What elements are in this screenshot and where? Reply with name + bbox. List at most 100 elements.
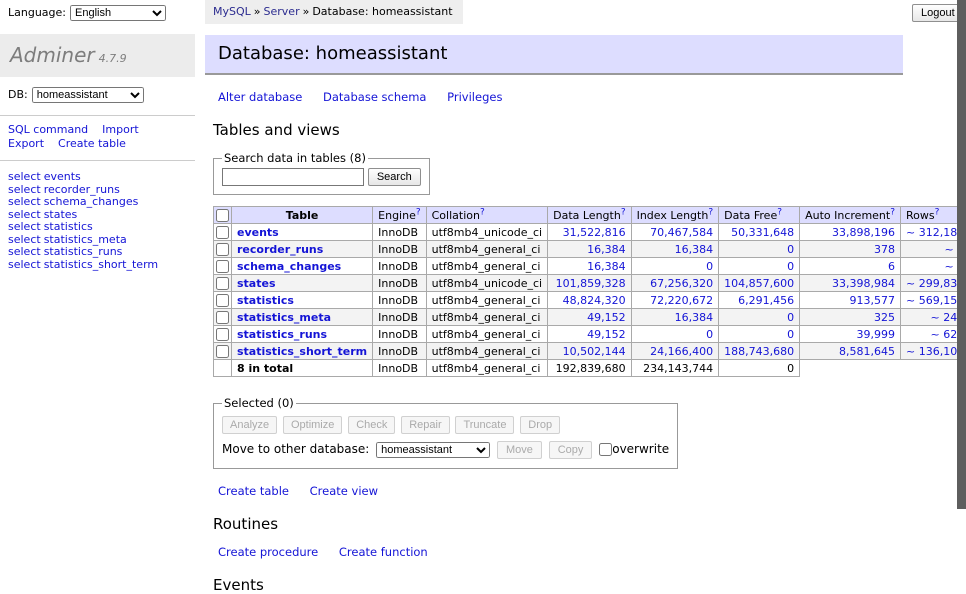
data-length-link[interactable]: 48,824,320 — [563, 294, 626, 307]
db-select[interactable]: homeassistant — [32, 87, 144, 103]
index-length-link[interactable]: 70,467,584 — [650, 226, 713, 239]
overwrite-checkbox[interactable] — [599, 443, 612, 456]
table-name-link[interactable]: statistics — [44, 220, 93, 233]
table-link[interactable]: statistics_short_term — [237, 345, 367, 358]
data-length-link[interactable]: 16,384 — [587, 243, 626, 256]
help-icon[interactable]: ? — [935, 207, 940, 217]
row-checkbox[interactable] — [216, 260, 229, 273]
rows-link[interactable]: ~ 312,180 — [906, 226, 964, 239]
export-link[interactable]: Export — [8, 137, 44, 150]
index-length-link[interactable]: 72,220,672 — [650, 294, 713, 307]
table-link[interactable]: statistics_runs — [237, 328, 327, 341]
table-link[interactable]: statistics — [237, 294, 294, 307]
select-link[interactable]: select — [8, 208, 41, 221]
help-icon[interactable]: ? — [708, 207, 713, 217]
help-icon[interactable]: ? — [480, 207, 485, 217]
breadcrumb-mysql-link[interactable]: MySQL — [213, 5, 251, 18]
create-table-link[interactable]: Create table — [218, 484, 289, 498]
table-link[interactable]: events — [237, 226, 279, 239]
select-link[interactable]: select — [8, 233, 41, 246]
index-length-link[interactable]: 24,166,400 — [650, 345, 713, 358]
index-length-link[interactable]: 0 — [706, 328, 713, 341]
truncate-button[interactable]: Truncate — [455, 416, 514, 434]
repair-button[interactable]: Repair — [401, 416, 449, 434]
table-name-link[interactable]: schema_changes — [44, 195, 139, 208]
data-free-link[interactable]: 104,857,600 — [724, 277, 794, 290]
data-free-link[interactable]: 0 — [787, 260, 794, 273]
row-checkbox[interactable] — [216, 277, 229, 290]
privileges-link[interactable]: Privileges — [447, 90, 502, 104]
data-free-link[interactable]: 0 — [787, 243, 794, 256]
drop-button[interactable]: Drop — [520, 416, 560, 434]
create-table-link[interactable]: Create table — [58, 137, 126, 150]
table-name-link[interactable]: statistics_meta — [44, 233, 127, 246]
copy-button[interactable]: Copy — [549, 441, 593, 459]
table-name-link[interactable]: statistics_short_term — [44, 258, 158, 271]
auto-increment-link[interactable]: 8,581,645 — [839, 345, 895, 358]
auto-increment-link[interactable]: 39,999 — [857, 328, 896, 341]
row-checkbox[interactable] — [216, 294, 229, 307]
database-schema-link[interactable]: Database schema — [323, 90, 426, 104]
select-link[interactable]: select — [8, 258, 41, 271]
help-icon[interactable]: ? — [621, 207, 626, 217]
data-length-link[interactable]: 16,384 — [587, 260, 626, 273]
search-input[interactable] — [222, 168, 364, 186]
row-checkbox[interactable] — [216, 345, 229, 358]
create-procedure-link[interactable]: Create procedure — [218, 545, 318, 559]
auto-increment-link[interactable]: 325 — [874, 311, 895, 324]
optimize-button[interactable]: Optimize — [283, 416, 342, 434]
data-length-link[interactable]: 10,502,144 — [563, 345, 626, 358]
data-length-link[interactable]: 49,152 — [587, 328, 626, 341]
breadcrumb-server-link[interactable]: Server — [264, 5, 300, 18]
help-icon[interactable]: ? — [416, 207, 421, 217]
table-name-link[interactable]: statistics_runs — [44, 245, 123, 258]
index-length-link[interactable]: 67,256,320 — [650, 277, 713, 290]
table-name-link[interactable]: events — [44, 170, 81, 183]
data-free-link[interactable]: 0 — [787, 311, 794, 324]
data-length-link[interactable]: 101,859,328 — [556, 277, 626, 290]
analyze-button[interactable]: Analyze — [222, 416, 277, 434]
auto-increment-link[interactable]: 33,898,196 — [832, 226, 895, 239]
table-link[interactable]: states — [237, 277, 276, 290]
data-length-link[interactable]: 31,522,816 — [563, 226, 626, 239]
select-link[interactable]: select — [8, 170, 41, 183]
select-link[interactable]: select — [8, 245, 41, 258]
search-button[interactable]: Search — [368, 168, 421, 186]
create-function-link[interactable]: Create function — [339, 545, 428, 559]
rows-link[interactable]: ~ 299,833 — [906, 277, 964, 290]
row-checkbox[interactable] — [216, 226, 229, 239]
rows-link[interactable]: ~ 569,159 — [906, 294, 964, 307]
row-checkbox[interactable] — [216, 311, 229, 324]
import-link[interactable]: Import — [102, 123, 139, 136]
move-db-select[interactable]: homeassistant — [376, 442, 490, 458]
table-name-link[interactable]: states — [44, 208, 78, 221]
select-link[interactable]: select — [8, 220, 41, 233]
table-link[interactable]: statistics_meta — [237, 311, 331, 324]
select-link[interactable]: select — [8, 195, 41, 208]
index-length-link[interactable]: 16,384 — [675, 243, 714, 256]
data-free-link[interactable]: 50,331,648 — [731, 226, 794, 239]
index-length-link[interactable]: 16,384 — [675, 311, 714, 324]
alter-database-link[interactable]: Alter database — [218, 90, 302, 104]
row-checkbox[interactable] — [216, 328, 229, 341]
select-link[interactable]: select — [8, 183, 41, 196]
table-name-link[interactable]: recorder_runs — [44, 183, 120, 196]
scrollbar-thumb[interactable] — [957, 0, 966, 509]
table-link[interactable]: recorder_runs — [237, 243, 323, 256]
data-free-link[interactable]: 188,743,680 — [724, 345, 794, 358]
table-link[interactable]: schema_changes — [237, 260, 341, 273]
help-icon[interactable]: ? — [777, 207, 782, 217]
auto-increment-link[interactable]: 913,577 — [850, 294, 896, 307]
auto-increment-link[interactable]: 33,398,984 — [832, 277, 895, 290]
auto-increment-link[interactable]: 378 — [874, 243, 895, 256]
move-button[interactable]: Move — [497, 441, 542, 459]
data-length-link[interactable]: 49,152 — [587, 311, 626, 324]
create-view-link[interactable]: Create view — [310, 484, 378, 498]
language-select[interactable]: English — [70, 5, 166, 21]
index-length-link[interactable]: 0 — [706, 260, 713, 273]
data-free-link[interactable]: 0 — [787, 328, 794, 341]
auto-increment-link[interactable]: 6 — [888, 260, 895, 273]
select-all-checkbox[interactable] — [216, 209, 229, 222]
check-button[interactable]: Check — [348, 416, 395, 434]
row-checkbox[interactable] — [216, 243, 229, 256]
